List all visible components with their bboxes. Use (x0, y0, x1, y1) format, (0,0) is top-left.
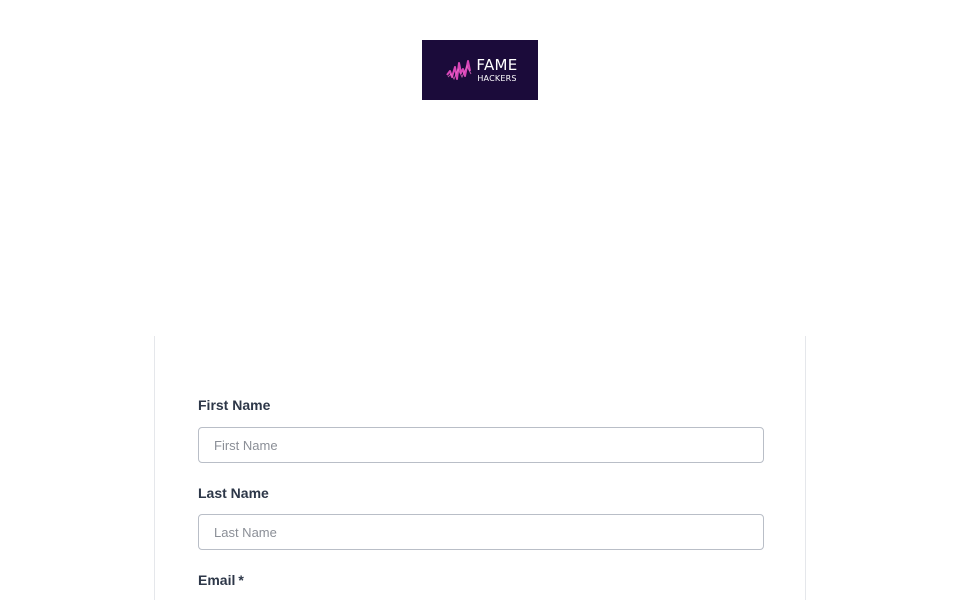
required-marker: * (238, 572, 244, 588)
logo-line-1: FAME (476, 55, 518, 74)
email-label-text: Email (198, 572, 236, 588)
logo-wordmark: FAME HACKERS (476, 55, 518, 83)
email-label: Email * (198, 572, 244, 588)
page: FAME HACKERS First Name Last Name Email* (0, 0, 960, 600)
fame-hackers-logo: FAME HACKERS (422, 40, 538, 100)
last-name-label: Last Name (198, 485, 269, 501)
waveform-logo-icon (446, 60, 472, 81)
first-name-input[interactable] (198, 427, 764, 463)
signup-form: First Name Last Name Email* (154, 336, 806, 600)
first-name-label: First Name (198, 397, 271, 413)
logo-line-2: HACKERS (477, 73, 517, 83)
last-name-input[interactable] (198, 514, 764, 550)
